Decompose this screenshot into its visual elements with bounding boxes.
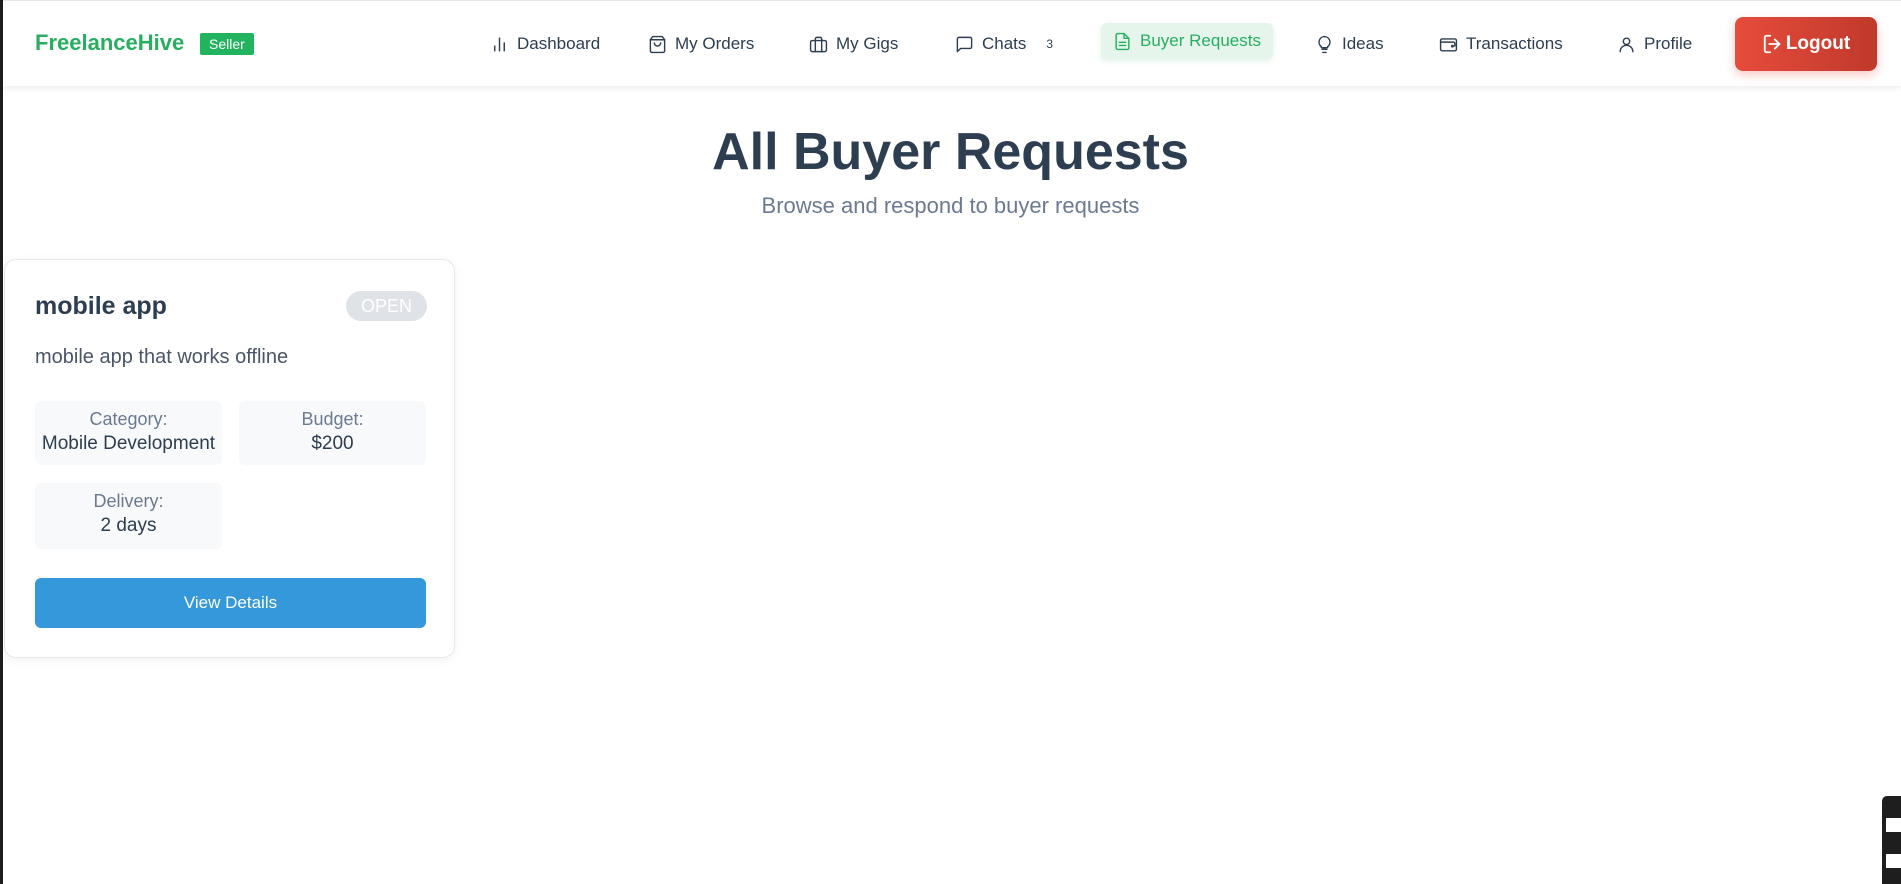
nav-profile[interactable]: Profile: [1617, 27, 1692, 61]
category-box: Category: Mobile Development: [35, 401, 222, 465]
logout-label: Logout: [1785, 33, 1851, 54]
floating-tool-widget[interactable]: [1882, 796, 1901, 884]
user-icon: [1619, 36, 1634, 52]
nav-ideas[interactable]: Ideas: [1315, 27, 1384, 61]
lightbulb-icon: [1318, 35, 1331, 53]
logout-icon: [1763, 34, 1781, 54]
nav-my-gigs-label: My Gigs: [836, 34, 899, 53]
nav-my-gigs[interactable]: My Gigs: [809, 27, 898, 61]
request-description: mobile app that works offline: [35, 346, 289, 368]
widget-slot-icon[interactable]: [1886, 854, 1901, 868]
nav-my-orders-label: My Orders: [675, 34, 755, 53]
nav-transactions-label: Transactions: [1466, 34, 1563, 53]
budget-value: $200: [311, 433, 354, 454]
role-badge: Seller: [200, 33, 254, 55]
nav-ideas-label: Ideas: [1342, 34, 1384, 53]
view-details-button[interactable]: View Details: [35, 578, 426, 628]
wallet-icon: [1439, 37, 1458, 52]
nav-dashboard[interactable]: Dashboard: [490, 27, 600, 61]
budget-label: Budget:: [301, 409, 364, 429]
nav-transactions[interactable]: Transactions: [1439, 27, 1563, 61]
status-badge: OPEN: [346, 291, 427, 321]
document-icon: [1115, 32, 1130, 50]
shopping-bag-icon: [649, 35, 666, 53]
delivery-box: Delivery: 2 days: [35, 483, 222, 549]
request-title: mobile app: [35, 292, 167, 320]
briefcase-icon: [809, 36, 828, 52]
delivery-value: 2 days: [100, 515, 157, 536]
budget-box: Budget: $200: [239, 401, 426, 465]
category-value: Mobile Development: [41, 433, 216, 454]
bar-chart-icon: [494, 36, 505, 52]
chat-bubble-icon: [956, 36, 973, 52]
page-title: All Buyer Requests: [712, 123, 1189, 181]
nav-my-orders[interactable]: My Orders: [648, 27, 754, 61]
category-label: Category:: [89, 409, 168, 429]
logout-button[interactable]: Logout: [1735, 17, 1877, 71]
nav-chats-label: Chats: [982, 34, 1027, 53]
nav-buyer-requests-label: Buyer Requests: [1140, 31, 1261, 50]
top-navbar: FreelanceHive Seller Dashboard My Orders…: [3, 0, 1901, 86]
chats-unread-count: 3: [1046, 37, 1054, 51]
widget-slot-icon[interactable]: [1886, 818, 1901, 832]
nav-buyer-requests[interactable]: Buyer Requests: [1101, 23, 1273, 59]
nav-profile-label: Profile: [1644, 34, 1693, 53]
nav-dashboard-label: Dashboard: [517, 34, 601, 53]
brand-logo[interactable]: FreelanceHive: [35, 30, 184, 56]
page-subtitle: Browse and respond to buyer requests: [761, 193, 1140, 218]
request-card: mobile app OPEN mobile app that works of…: [4, 259, 455, 658]
nav-chats[interactable]: Chats 3: [955, 27, 1053, 61]
delivery-label: Delivery:: [93, 491, 164, 511]
